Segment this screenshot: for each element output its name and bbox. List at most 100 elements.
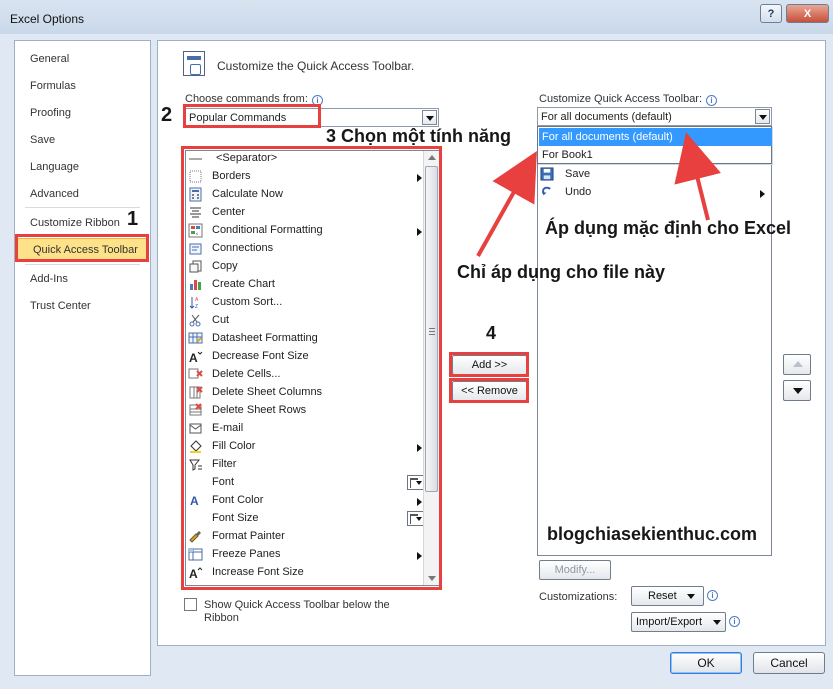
font-color-icon: A bbox=[190, 494, 199, 508]
command-row-decrease-font-size[interactable]: A Decrease Font Size bbox=[186, 348, 424, 366]
ok-button[interactable]: OK bbox=[670, 652, 742, 674]
command-label: Increase Font Size bbox=[212, 566, 304, 578]
quick-access-list[interactable] bbox=[537, 145, 772, 556]
command-row-delete-sheet-columns[interactable]: Delete Sheet Columns bbox=[186, 384, 424, 402]
borders-icon bbox=[189, 170, 202, 183]
command-row-font[interactable]: Font bbox=[186, 474, 424, 492]
nav-add-ins[interactable]: Add-Ins bbox=[15, 268, 150, 290]
undo-icon bbox=[541, 186, 551, 196]
quick-access-item-undo[interactable]: Undo bbox=[540, 184, 769, 202]
chevron-down-icon[interactable] bbox=[422, 110, 437, 125]
command-label: Center bbox=[212, 206, 246, 218]
cancel-button[interactable]: Cancel bbox=[753, 652, 825, 674]
command-row-connections[interactable]: Connections bbox=[186, 240, 424, 258]
chevron-right-icon bbox=[760, 190, 765, 198]
command-label: Font Size bbox=[212, 512, 259, 524]
command-row-calculate-now[interactable]: Calculate Now bbox=[186, 186, 424, 204]
chevron-right-icon bbox=[417, 228, 422, 236]
command-label: Filter bbox=[212, 458, 237, 470]
scroll-down-icon[interactable] bbox=[428, 576, 436, 581]
delete-cells-icon bbox=[188, 368, 203, 379]
command-row-email[interactable]: E-mail bbox=[186, 420, 424, 438]
command-row-delete-cells[interactable]: Delete Cells... bbox=[186, 366, 424, 384]
freeze-panes-icon bbox=[188, 548, 203, 561]
command-row-font-size[interactable]: Font Size bbox=[186, 510, 424, 528]
nav-language[interactable]: Language bbox=[15, 156, 150, 178]
remove-button[interactable]: << Remove bbox=[452, 381, 527, 401]
command-row-conditional-formatting[interactable]: ≤ Conditional Formatting bbox=[186, 222, 424, 240]
command-row-cut[interactable]: Cut bbox=[186, 312, 424, 330]
info-icon[interactable]: i bbox=[312, 95, 323, 106]
scroll-thumb[interactable] bbox=[425, 166, 438, 492]
reset-button[interactable]: Reset bbox=[631, 586, 704, 606]
command-label: Decrease Font Size bbox=[212, 350, 309, 362]
add-button[interactable]: Add >> bbox=[452, 355, 527, 375]
split-dropdown-icon bbox=[407, 511, 424, 526]
window-title: Excel Options bbox=[10, 12, 85, 26]
nav-proofing[interactable]: Proofing bbox=[15, 102, 150, 124]
command-label: Fill Color bbox=[212, 440, 256, 452]
commands-list[interactable]: <Separator> Borders Calculate Now Center… bbox=[185, 150, 440, 586]
nav-formulas[interactable]: Formulas bbox=[15, 75, 150, 97]
nav-general[interactable]: General bbox=[15, 48, 150, 70]
command-row-freeze-panes[interactable]: Freeze Panes bbox=[186, 546, 424, 564]
command-label: Delete Sheet Columns bbox=[212, 386, 323, 398]
command-row-copy[interactable]: Copy bbox=[186, 258, 424, 276]
command-label: E-mail bbox=[212, 422, 244, 434]
customize-toolbar-label: Customize Quick Access Toolbar: bbox=[539, 93, 703, 105]
dropdown-option-book1[interactable]: For Book1 bbox=[539, 146, 772, 164]
show-below-ribbon-checkbox[interactable] bbox=[184, 598, 197, 611]
command-label: Custom Sort... bbox=[212, 296, 283, 308]
customize-toolbar-select[interactable]: For all documents (default) bbox=[537, 107, 772, 126]
info-icon[interactable]: i bbox=[707, 590, 718, 601]
svg-text:A: A bbox=[190, 494, 199, 508]
command-row-fill-color[interactable]: Fill Color bbox=[186, 438, 424, 456]
command-row-increase-font-size[interactable]: A Increase Font Size bbox=[186, 564, 424, 582]
modify-button[interactable]: Modify... bbox=[539, 560, 611, 580]
svg-text:A: A bbox=[195, 297, 199, 303]
format-painter-icon bbox=[189, 531, 201, 543]
nav-quick-access-toolbar[interactable]: Quick Access Toolbar bbox=[17, 238, 148, 260]
dropdown-option-all-documents[interactable]: For all documents (default) bbox=[539, 128, 772, 146]
nav-save[interactable]: Save bbox=[15, 129, 150, 151]
reset-button-label: Reset bbox=[648, 590, 677, 602]
nav-advanced[interactable]: Advanced bbox=[15, 183, 150, 205]
help-button[interactable]: ? bbox=[760, 4, 782, 23]
fill-color-icon bbox=[190, 440, 202, 453]
command-row-font-color[interactable]: A Font Color bbox=[186, 492, 424, 510]
command-row-filter[interactable]: Filter bbox=[186, 456, 424, 474]
options-navigation: General Formulas Proofing Save Language … bbox=[14, 40, 151, 676]
command-row-format-painter[interactable]: Format Painter bbox=[186, 528, 424, 546]
command-row-delete-sheet-rows[interactable]: Delete Sheet Rows bbox=[186, 402, 424, 420]
svg-text:A: A bbox=[189, 351, 198, 364]
annotation-step-one: 1 bbox=[127, 208, 139, 230]
nav-divider bbox=[25, 207, 140, 208]
command-row-custom-sort[interactable]: AZ Custom Sort... bbox=[186, 294, 424, 312]
command-row-separator[interactable]: <Separator> bbox=[186, 151, 424, 168]
command-label: Font bbox=[212, 476, 235, 488]
command-row-center[interactable]: Center bbox=[186, 204, 424, 222]
commands-scrollbar[interactable] bbox=[423, 151, 439, 585]
chevron-down-icon[interactable] bbox=[755, 109, 770, 124]
command-row-datasheet-formatting[interactable]: Datasheet Formatting bbox=[186, 330, 424, 348]
choose-commands-select[interactable]: Popular Commands bbox=[185, 108, 439, 127]
choose-commands-value: Popular Commands bbox=[189, 112, 287, 124]
nav-trust-center[interactable]: Trust Center bbox=[15, 295, 150, 317]
scroll-up-icon[interactable] bbox=[428, 155, 436, 160]
delete-rows-icon bbox=[189, 403, 202, 416]
command-row-create-chart[interactable]: Create Chart bbox=[186, 276, 424, 294]
move-up-button[interactable] bbox=[783, 354, 811, 375]
center-align-icon bbox=[190, 207, 201, 218]
move-down-button[interactable] bbox=[783, 380, 811, 401]
annotation-step-three: 3 Chọn một tính năng bbox=[326, 126, 511, 146]
chevron-right-icon bbox=[417, 444, 422, 452]
command-row-borders[interactable]: Borders bbox=[186, 168, 424, 186]
customize-toolbar-dropdown-menu[interactable]: For all documents (default) For Book1 bbox=[537, 126, 772, 164]
import-export-button[interactable]: Import/Export bbox=[631, 612, 726, 632]
info-icon[interactable]: i bbox=[729, 616, 740, 627]
copy-icon bbox=[189, 260, 202, 273]
info-icon[interactable]: i bbox=[706, 95, 717, 106]
save-icon bbox=[540, 167, 554, 181]
quick-access-item-save[interactable]: Save bbox=[540, 166, 769, 184]
close-button[interactable]: X bbox=[786, 4, 829, 23]
